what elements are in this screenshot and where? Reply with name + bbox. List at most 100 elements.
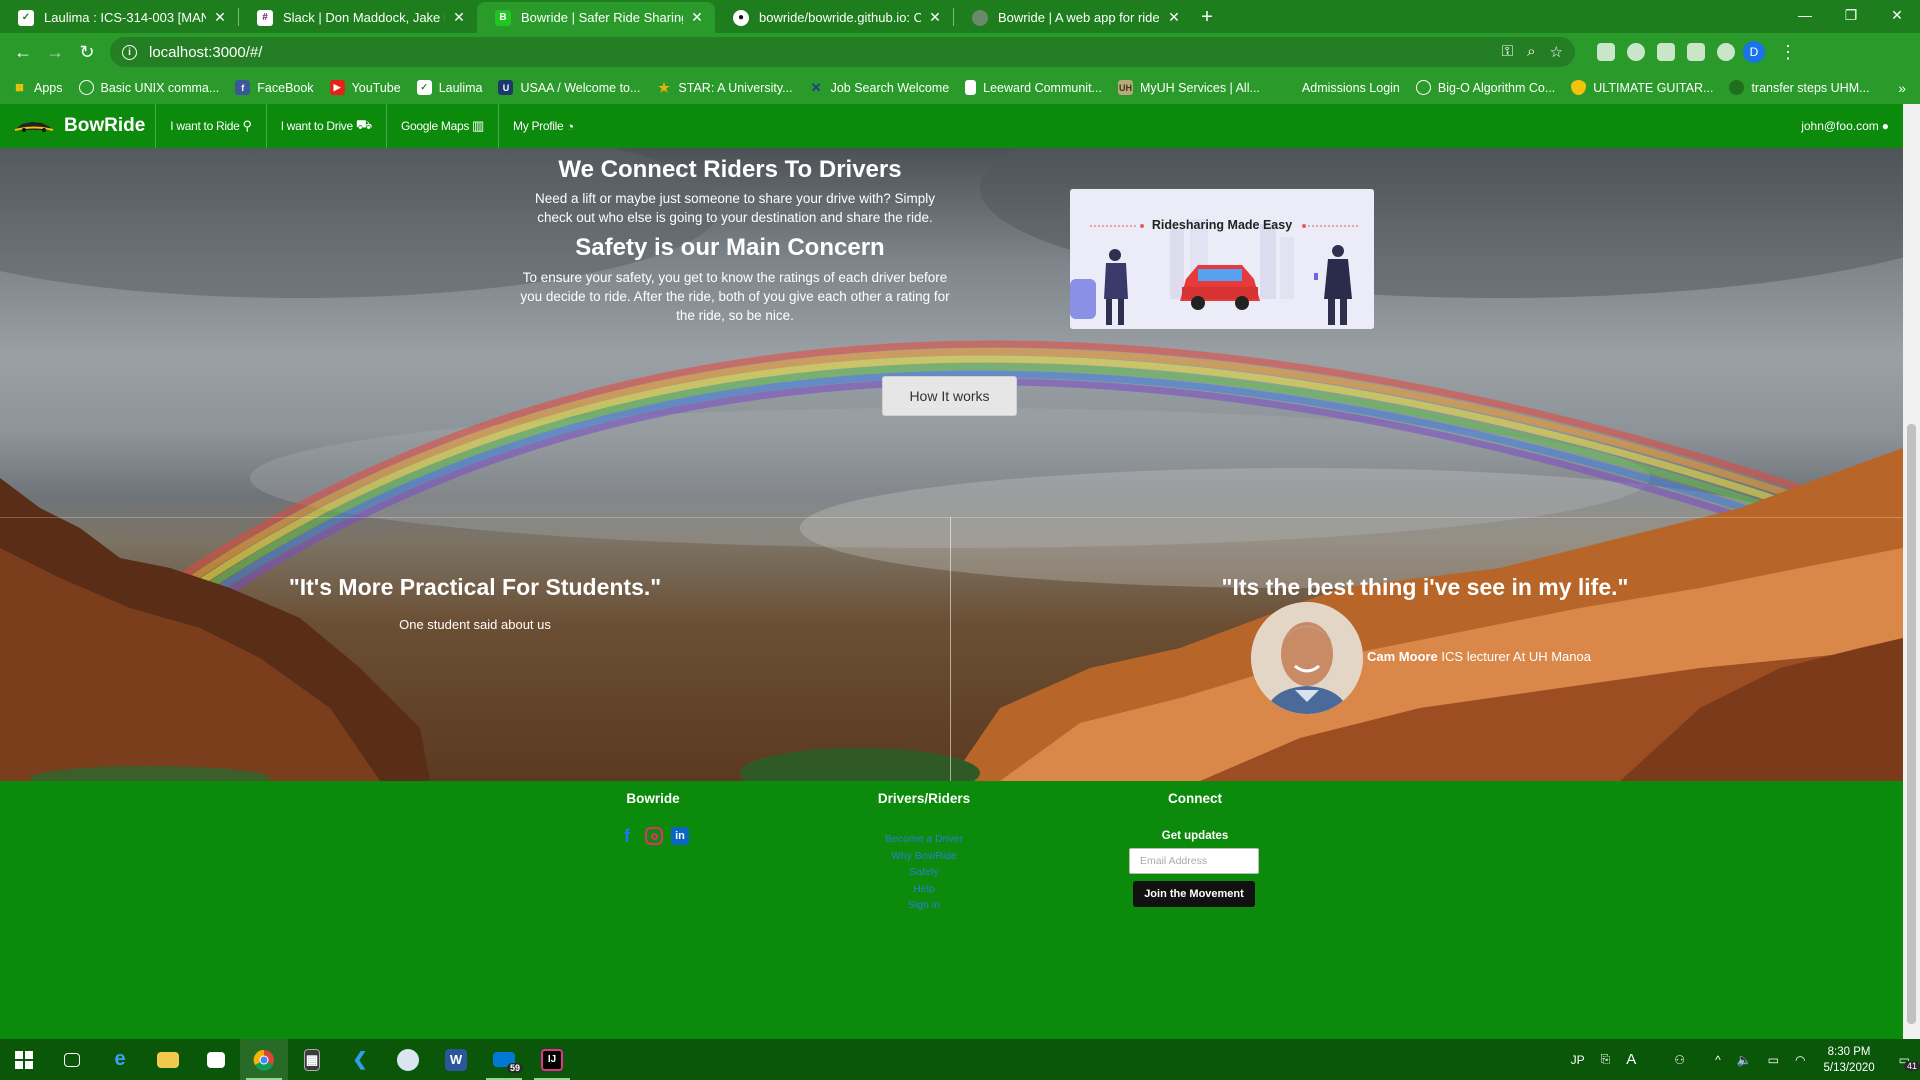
footer-links: Become a Driver Why BowRide Safety Help … [824,831,1024,914]
linkedin-icon[interactable]: in [671,827,689,845]
browser-tab-bowride[interactable]: B Bowride | Safer Ride Sharing ✕ [477,2,715,33]
bookmark-star-icon[interactable]: ☆ [1550,43,1563,61]
ime-mode-icon[interactable]: ⎘ [1601,1052,1611,1067]
taskbar-vscode[interactable]: ❮ [336,1039,384,1080]
battery-icon[interactable]: ▭ [1768,1053,1779,1067]
extension-icon[interactable] [1657,43,1675,61]
facebook-icon[interactable]: f [617,826,637,846]
bookmark-label: STAR: A University... [678,80,793,95]
scrollbar-thumb[interactable] [1907,424,1916,1024]
browser-tab-github[interactable]: ● bowride/bowride.github.io: Our I ✕ [715,2,953,33]
chevron-right-icon[interactable]: » [1898,80,1906,96]
bookmark-apps[interactable]: ▦ Apps [12,80,62,95]
taskbar-file-explorer[interactable] [144,1039,192,1080]
close-icon[interactable]: ✕ [689,9,705,26]
user-menu[interactable]: john@foo.com ● [1801,104,1889,148]
browser-tab-laulima[interactable]: ✓ Laulima : ICS-314-003 [MAN.871 ✕ [0,2,238,33]
close-window-button[interactable]: ✕ [1874,0,1920,30]
close-icon[interactable]: ✕ [1166,9,1182,26]
uh-icon: UH [1117,80,1133,95]
key-icon[interactable]: ⚿ [1502,43,1513,61]
taskbar-chrome[interactable] [240,1039,288,1080]
paint-icon [397,1048,419,1071]
task-view-button[interactable] [48,1039,96,1080]
extension-icon[interactable] [1687,43,1705,61]
bookmark-bigo[interactable]: Big-O Algorithm Co... [1415,80,1555,95]
notification-center-icon[interactable]: ▭ 41 [1899,1053,1920,1071]
zoom-icon[interactable]: ⌕ [1527,43,1535,61]
bookmark-guitar[interactable]: ULTIMATE GUITAR... [1571,80,1713,95]
chevron-up-icon[interactable]: ^ [1715,1053,1721,1067]
taskbar-word[interactable]: W [432,1039,480,1080]
info-icon[interactable]: i [122,44,137,60]
nav-drive[interactable]: I want to Drive ⛟ [267,104,387,148]
bookmark-label: Basic UNIX comma... [100,80,220,95]
globe-icon [972,9,988,26]
people-icon[interactable]: ⚇ [1674,1053,1685,1067]
laulima-icon: ✓ [18,9,34,26]
how-it-works-button[interactable]: How It works [882,376,1017,416]
minimize-button[interactable]: — [1782,0,1828,30]
language-indicator[interactable]: JP [1571,1053,1585,1067]
extension-icon[interactable] [1717,43,1735,61]
close-icon[interactable]: ✕ [212,9,228,26]
browser-tab-slack[interactable]: # Slack | Don Maddock, Jake Hijirid ✕ [239,2,477,33]
start-button[interactable] [0,1039,48,1080]
task-view-icon [64,1052,80,1067]
avatar [1251,602,1363,714]
taskbar-store[interactable] [192,1039,240,1080]
restore-button[interactable]: ❐ [1828,0,1874,30]
nav-my-profile[interactable]: My Profile ◔ [499,104,588,148]
new-tab-button[interactable]: + [1192,2,1222,33]
link-sign-in[interactable]: Sign in [824,897,1024,914]
browser-tab-strip: ✓ Laulima : ICS-314-003 [MAN.871 ✕ # Sla… [0,0,1920,33]
browser-toolbar: ← → ↻ i localhost:3000/#/ ⚿ ⌕ ☆ D ⋮ [0,33,1920,71]
close-icon[interactable]: ✕ [927,9,943,26]
safety-headline: Safety is our Main Concern [575,234,885,261]
bookmark-star[interactable]: ★ STAR: A University... [656,80,792,95]
browser-tab-bowride-github[interactable]: Bowride | A web app for ride sha ✕ [954,2,1192,33]
forward-button[interactable]: → [40,37,70,67]
extension-icon[interactable] [1627,43,1645,61]
link-why-bowride[interactable]: Why BowRide [824,848,1024,865]
extension-icon[interactable] [1597,43,1615,61]
bookmark-job-search[interactable]: ✕ Job Search Welcome [809,80,950,95]
instagram-icon[interactable] [645,827,663,845]
bookmark-leeward[interactable]: Leeward Communit... [965,80,1102,95]
volume-icon[interactable]: 🔈 [1737,1053,1752,1067]
social-links: f in [617,826,689,846]
bookmark-transfer[interactable]: transfer steps UHM... [1729,80,1870,95]
taskbar-edge[interactable]: e [96,1039,144,1080]
close-icon[interactable]: ✕ [451,9,467,26]
ime-indicator[interactable]: A [1626,1051,1636,1068]
nav-google-maps[interactable]: Google Maps ▥ [387,104,500,148]
brand-link[interactable]: BowRide [0,104,157,148]
address-bar[interactable]: i localhost:3000/#/ ⚿ ⌕ ☆ [110,37,1575,67]
wifi-icon[interactable]: ◠ [1795,1053,1805,1067]
taskbar-paint[interactable] [384,1039,432,1080]
taskbar-calculator[interactable]: ▦ [288,1039,336,1080]
back-button[interactable]: ← [8,37,38,67]
system-clock[interactable]: 8:30 PM 5/13/2020 [1823,1044,1874,1076]
bookmark-myuh[interactable]: UH MyUH Services | All... [1117,80,1260,95]
nav-ride[interactable]: I want to Ride ⚲ [156,104,267,148]
ridesharing-promo-image: Ridesharing Made Easy [1070,189,1374,329]
link-help[interactable]: Help [824,881,1024,898]
menu-icon[interactable]: ⋮ [1779,42,1797,63]
email-field[interactable] [1129,848,1259,874]
window-controls: — ❐ ✕ [1782,0,1920,33]
link-become-driver[interactable]: Become a Driver [824,831,1024,848]
page-scrollbar[interactable] [1903,104,1920,1039]
bookmark-youtube[interactable]: ▶ YouTube [329,80,401,95]
link-safety[interactable]: Safety [824,864,1024,881]
bookmark-unix[interactable]: Basic UNIX comma... [78,80,220,95]
bookmark-admissions[interactable]: Admissions Login [1302,81,1400,95]
join-button[interactable]: Join the Movement [1133,881,1255,907]
bookmark-facebook[interactable]: f FaceBook [235,80,314,95]
reload-button[interactable]: ↻ [72,37,102,67]
taskbar-intellij[interactable]: IJ [528,1039,576,1080]
bookmark-usaa[interactable]: U USAA / Welcome to... [498,80,640,95]
profile-avatar[interactable]: D [1743,41,1765,63]
taskbar-mail[interactable]: 59 [480,1039,528,1080]
bookmark-laulima[interactable]: ✓ Laulima [416,80,482,95]
